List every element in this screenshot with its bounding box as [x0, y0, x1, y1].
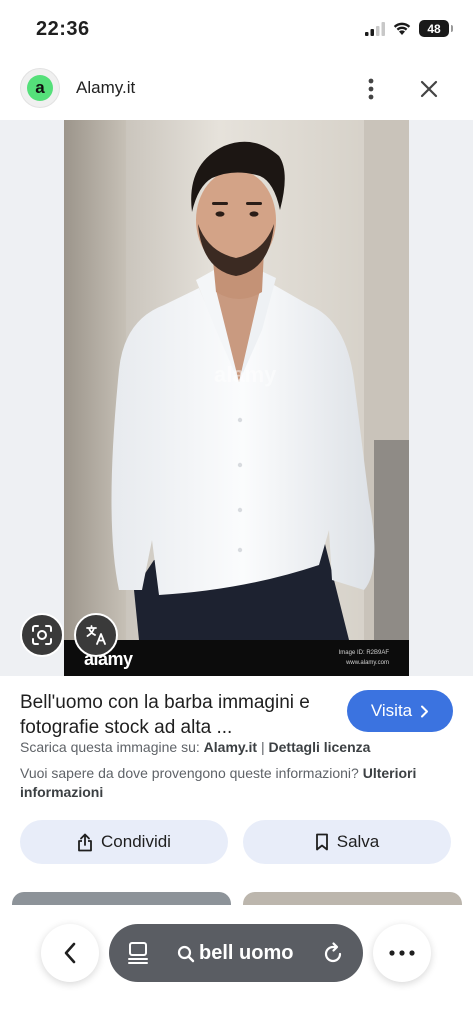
status-bar: 22:36 48 — [0, 0, 473, 58]
address-bar[interactable]: bell uomo — [109, 924, 363, 982]
status-time: 22:36 — [36, 18, 90, 40]
bottom-nav: bell uomo — [0, 905, 473, 1024]
caption-url: www.alamy.com — [346, 660, 389, 666]
more-options-button[interactable] — [358, 74, 384, 104]
site-name[interactable]: Alamy.it — [76, 78, 135, 98]
source-separator: | — [257, 739, 269, 755]
tabs-icon[interactable] — [127, 941, 149, 965]
share-button[interactable]: Condividi — [20, 820, 228, 864]
result-title[interactable]: Bell'uomo con la barba immagini e fotogr… — [20, 690, 330, 740]
share-icon — [78, 833, 92, 851]
close-icon — [420, 80, 438, 98]
save-button[interactable]: Salva — [243, 820, 451, 864]
result-photo[interactable]: alamy alamy Image ID: R2B9AF www.alamy.c… — [64, 120, 409, 676]
visit-button-label: Visita — [370, 701, 413, 720]
vertical-dots-icon — [368, 78, 374, 100]
chevron-right-icon — [421, 705, 429, 717]
site-logo[interactable]: a — [20, 68, 60, 108]
image-viewer: alamy alamy Image ID: R2B9AF www.alamy.c… — [0, 120, 473, 676]
bookmark-icon — [315, 833, 328, 851]
translate-icon — [86, 625, 106, 645]
photo-watermark: alamy — [214, 362, 277, 387]
reload-icon[interactable] — [321, 941, 345, 965]
lens-icon — [32, 625, 52, 645]
save-button-label: Salva — [336, 832, 380, 851]
origin-info: Vuoi sapere da dove provengono queste in… — [20, 764, 440, 802]
wifi-icon — [393, 22, 411, 35]
visit-button[interactable]: Visita — [347, 690, 453, 732]
site-logo-letter: a — [27, 75, 53, 101]
search-icon — [177, 945, 195, 962]
back-button[interactable] — [41, 924, 99, 982]
license-details-link[interactable]: Dettagli licenza — [269, 739, 371, 755]
man-portrait-image: alamy — [64, 120, 409, 640]
search-query: bell uomo — [199, 942, 294, 964]
close-button[interactable] — [414, 74, 444, 104]
source-site-link[interactable]: Alamy.it — [204, 739, 257, 755]
caption-id-block: Image ID: R2B9AF www.alamy.com — [339, 648, 389, 668]
translate-button[interactable] — [74, 613, 118, 657]
signal-icon — [365, 21, 385, 36]
photo-caption-bar: alamy Image ID: R2B9AF www.alamy.com — [64, 640, 409, 676]
menu-button[interactable] — [373, 924, 431, 982]
source-line: Scarica questa immagine su: Alamy.it | D… — [20, 739, 370, 755]
source-prefix: Scarica questa immagine su: — [20, 739, 200, 755]
caption-image-id: Image ID: R2B9AF — [338, 650, 389, 656]
horizontal-dots-icon — [389, 950, 415, 956]
site-header: a Alamy.it — [0, 58, 473, 120]
chevron-left-icon — [64, 942, 76, 964]
battery-icon: 48 — [419, 20, 453, 37]
share-button-label: Condividi — [101, 832, 171, 851]
lens-search-button[interactable] — [20, 613, 64, 657]
origin-question: Vuoi sapere da dove provengono queste in… — [20, 765, 359, 781]
battery-level: 48 — [427, 21, 441, 36]
search-query-wrap[interactable]: bell uomo — [177, 942, 293, 965]
status-icons: 48 — [365, 20, 453, 37]
